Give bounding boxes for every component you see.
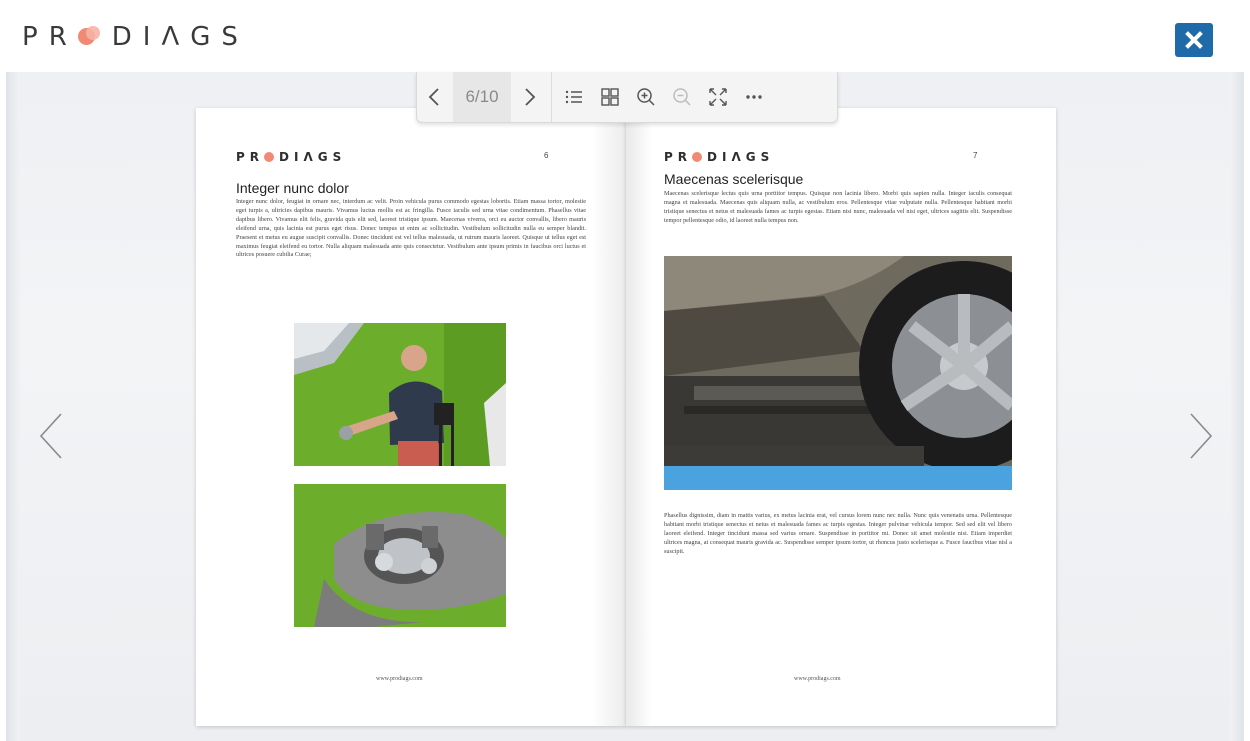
logo-dot-icon xyxy=(692,152,703,162)
page-body-text-bottom: Phasellus dignissim, diam in mattis vari… xyxy=(664,512,1012,555)
more-options-button[interactable] xyxy=(736,72,772,122)
component-in-hand-photo xyxy=(294,484,506,627)
page-logo: PRDIΛGS xyxy=(236,150,347,164)
viewer-edge-left xyxy=(6,72,20,741)
viewer-edge-right xyxy=(1230,72,1244,741)
flipbook-toolbar: 6/10 xyxy=(416,72,838,123)
logo-dot-icon xyxy=(77,26,100,48)
page-title: Maecenas scelerisque xyxy=(664,171,804,187)
technician-photo xyxy=(294,323,506,466)
next-spread-arrow[interactable] xyxy=(1186,408,1216,464)
logo-dot-icon xyxy=(264,152,275,162)
list-icon xyxy=(565,90,582,104)
fullscreen-icon xyxy=(709,88,727,106)
page-logo: PRDIΛGS xyxy=(664,150,775,164)
page-indicator[interactable]: 6/10 xyxy=(453,72,511,122)
grid-icon xyxy=(601,88,619,106)
close-button[interactable] xyxy=(1175,23,1213,57)
previous-page-button[interactable] xyxy=(417,72,453,122)
zoom-in-button[interactable] xyxy=(628,72,664,122)
right-page[interactable]: PRDIΛGS 7 Maecenas scelerisque Maecenas … xyxy=(626,108,1056,726)
book-spread: PRDIΛGS 6 Integer nunc dolor Integer nun… xyxy=(196,108,1056,726)
toolbar-divider xyxy=(551,72,552,122)
page-number: 6 xyxy=(544,151,549,160)
zoom-in-icon xyxy=(637,88,655,106)
chevron-right-icon xyxy=(525,88,536,106)
table-of-contents-button[interactable] xyxy=(556,72,592,122)
next-page-button[interactable] xyxy=(511,72,547,122)
page-footer: www.prodiags.com xyxy=(794,676,841,682)
page-title: Integer nunc dolor xyxy=(236,180,349,196)
page-body-text: Integer nunc dolor, feugiat in ornare ne… xyxy=(236,198,586,259)
chevron-left-icon xyxy=(428,88,439,106)
zoom-out-icon xyxy=(673,88,691,106)
previous-spread-arrow[interactable] xyxy=(36,408,66,464)
brand-logo[interactable]: PRDIΛGS xyxy=(22,22,249,52)
page-body-text-top: Maecenas scelerisque lectus quis urna po… xyxy=(664,190,1012,224)
page-number: 7 xyxy=(973,151,978,160)
chevron-right-icon xyxy=(1190,413,1213,459)
more-icon xyxy=(746,95,762,99)
chevron-left-icon xyxy=(39,413,62,459)
car-underbody-photo xyxy=(664,256,1012,490)
left-page[interactable]: PRDIΛGS 6 Integer nunc dolor Integer nun… xyxy=(196,108,626,726)
app-header: PRDIΛGS xyxy=(0,0,1250,72)
thumbnails-button[interactable] xyxy=(592,72,628,122)
fullscreen-button[interactable] xyxy=(700,72,736,122)
page-footer: www.prodiags.com xyxy=(376,676,423,682)
close-icon xyxy=(1185,31,1203,49)
zoom-out-button[interactable] xyxy=(664,72,700,122)
